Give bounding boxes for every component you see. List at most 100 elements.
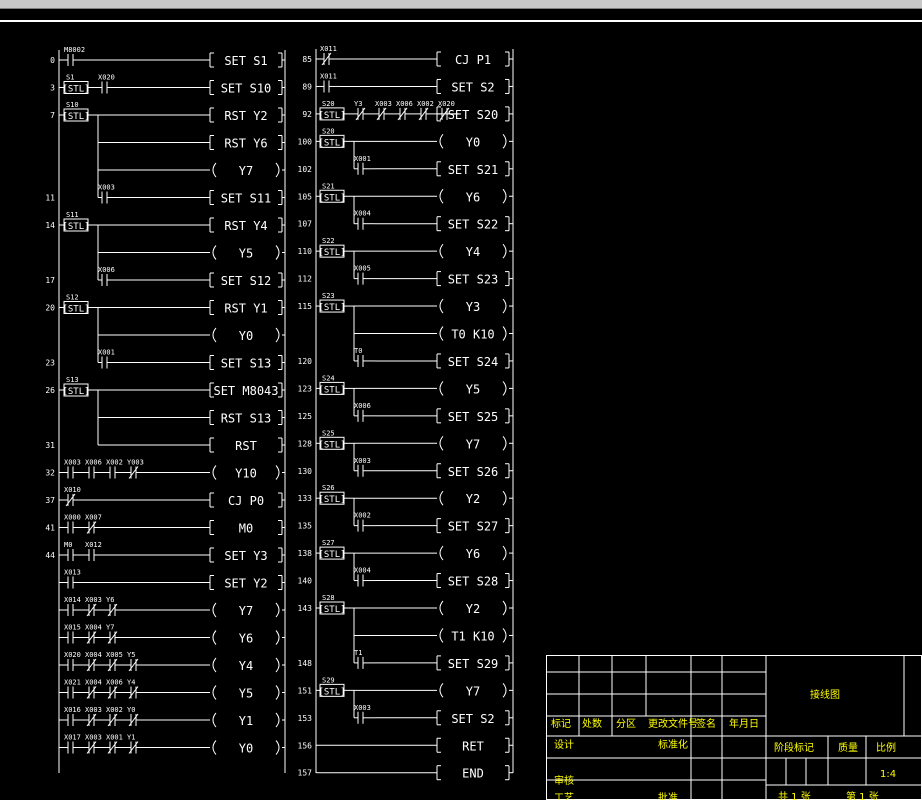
coil xyxy=(502,628,507,643)
contact-label: X003 xyxy=(354,457,371,465)
output-instruction: Y7 xyxy=(466,684,480,698)
output-instruction: CJ P1 xyxy=(455,53,491,67)
step-number: 37 xyxy=(45,496,55,505)
coil xyxy=(439,243,444,259)
coil xyxy=(212,630,217,645)
step-number: 31 xyxy=(45,441,55,450)
output-instruction: RST Y4 xyxy=(224,219,267,233)
coil xyxy=(275,712,280,728)
coil xyxy=(439,381,444,396)
contact-label: X006 xyxy=(85,459,102,467)
contact-label: X003 xyxy=(375,100,392,108)
header-zone: 分区 xyxy=(616,718,636,730)
output-instruction: Y1 xyxy=(239,714,253,728)
stl-label: S21 xyxy=(322,182,335,190)
coil xyxy=(275,685,280,700)
label-review: 审核 xyxy=(554,774,574,787)
label-weight: 质量 xyxy=(838,742,858,754)
contact-label: X006 xyxy=(354,402,371,410)
output-instruction: SET Y2 xyxy=(224,577,267,591)
contact-label: X003 xyxy=(85,734,102,742)
drawing-name: 接线图 xyxy=(810,688,840,701)
stl-bracket: [STL] xyxy=(62,305,89,315)
output-instruction: Y6 xyxy=(239,632,253,646)
coil xyxy=(439,600,444,616)
header-date: 年月日 xyxy=(729,717,759,730)
step-number: 130 xyxy=(298,467,313,476)
stl-label: S1 xyxy=(66,74,74,82)
coil xyxy=(275,327,280,343)
output-instruction: SET M8043 xyxy=(213,384,278,398)
output-instruction: END xyxy=(462,767,484,781)
stl-bracket: [STL] xyxy=(318,495,345,505)
output-instruction: SET S2 xyxy=(451,80,494,94)
coil xyxy=(439,683,444,698)
output-instruction: Y2 xyxy=(466,492,480,506)
stl-label: S20 xyxy=(322,127,335,135)
output-instruction: SET S10 xyxy=(221,82,272,96)
contact-label: Y6 xyxy=(106,596,114,604)
step-number: 32 xyxy=(45,469,55,478)
contact-label: X001 xyxy=(106,734,123,742)
output-instruction: SET S26 xyxy=(448,465,499,479)
output-instruction: SET S25 xyxy=(448,410,499,424)
coil xyxy=(439,188,444,204)
coil xyxy=(502,243,507,259)
header-count: 处数 xyxy=(582,717,602,730)
output-instruction: SET S24 xyxy=(448,355,499,369)
contact-label: X001 xyxy=(98,349,115,357)
output-instruction: M0 xyxy=(239,522,253,536)
contact-label: X003 xyxy=(98,184,115,192)
label-standardize: 标准化 xyxy=(658,738,688,751)
step-number: 148 xyxy=(298,659,313,668)
coil xyxy=(439,326,444,341)
output-instruction: SET S28 xyxy=(448,575,499,589)
label-approve: 批准 xyxy=(658,791,678,800)
output-instruction: SET S22 xyxy=(448,218,499,232)
output-instruction: CJ P0 xyxy=(228,494,264,508)
step-number: 153 xyxy=(298,714,313,723)
output-instruction: Y5 xyxy=(239,247,253,261)
step-number: 100 xyxy=(298,137,313,146)
stl-bracket: [STL] xyxy=(318,440,345,450)
contact-label: X004 xyxy=(85,651,102,659)
step-number: 89 xyxy=(302,82,312,91)
step-number: 102 xyxy=(298,165,313,174)
step-number: 107 xyxy=(298,220,313,229)
output-instruction: SET S27 xyxy=(448,520,499,534)
contact-label: X003 xyxy=(85,706,102,714)
step-number: 128 xyxy=(298,439,313,448)
title-block: 接线图 标记 处数 分区 更改文件号 签名 年月日 设计 标准化 阶段标记 质量… xyxy=(546,655,922,800)
output-instruction: T1 K10 xyxy=(451,629,494,643)
header-mark: 标记 xyxy=(551,718,571,730)
coil xyxy=(502,683,507,698)
contact-label: X003 xyxy=(354,704,371,712)
contact-label: X003 xyxy=(85,596,102,604)
coil xyxy=(212,712,217,728)
stl-bracket: [STL] xyxy=(318,138,345,148)
coil xyxy=(275,602,280,618)
coil xyxy=(502,188,507,204)
step-number: 92 xyxy=(302,110,312,119)
contact-label: M8002 xyxy=(64,46,85,54)
stl-bracket: [STL] xyxy=(318,687,345,697)
stl-label: S11 xyxy=(66,211,79,219)
step-number: 140 xyxy=(298,577,313,586)
stl-bracket: [STL] xyxy=(62,222,89,232)
contact-label: X007 xyxy=(85,514,102,522)
stl-bracket: [STL] xyxy=(318,385,345,395)
coil xyxy=(502,298,507,314)
contact-label: X006 xyxy=(396,100,413,108)
stl-label: S24 xyxy=(322,374,335,382)
output-instruction: SET S13 xyxy=(221,357,272,371)
contact-label: Y003 xyxy=(127,459,144,467)
contact-label: Y0 xyxy=(127,706,135,714)
contact-label: X002 xyxy=(417,100,434,108)
contact-label: X010 xyxy=(64,486,81,494)
contact-label: X006 xyxy=(106,679,123,687)
stl-bracket: [STL] xyxy=(318,550,345,560)
stl-label: S22 xyxy=(322,237,335,245)
stl-bracket: [STL] xyxy=(318,193,345,203)
step-number: 85 xyxy=(302,55,312,64)
label-scale: 比例 xyxy=(876,741,896,754)
